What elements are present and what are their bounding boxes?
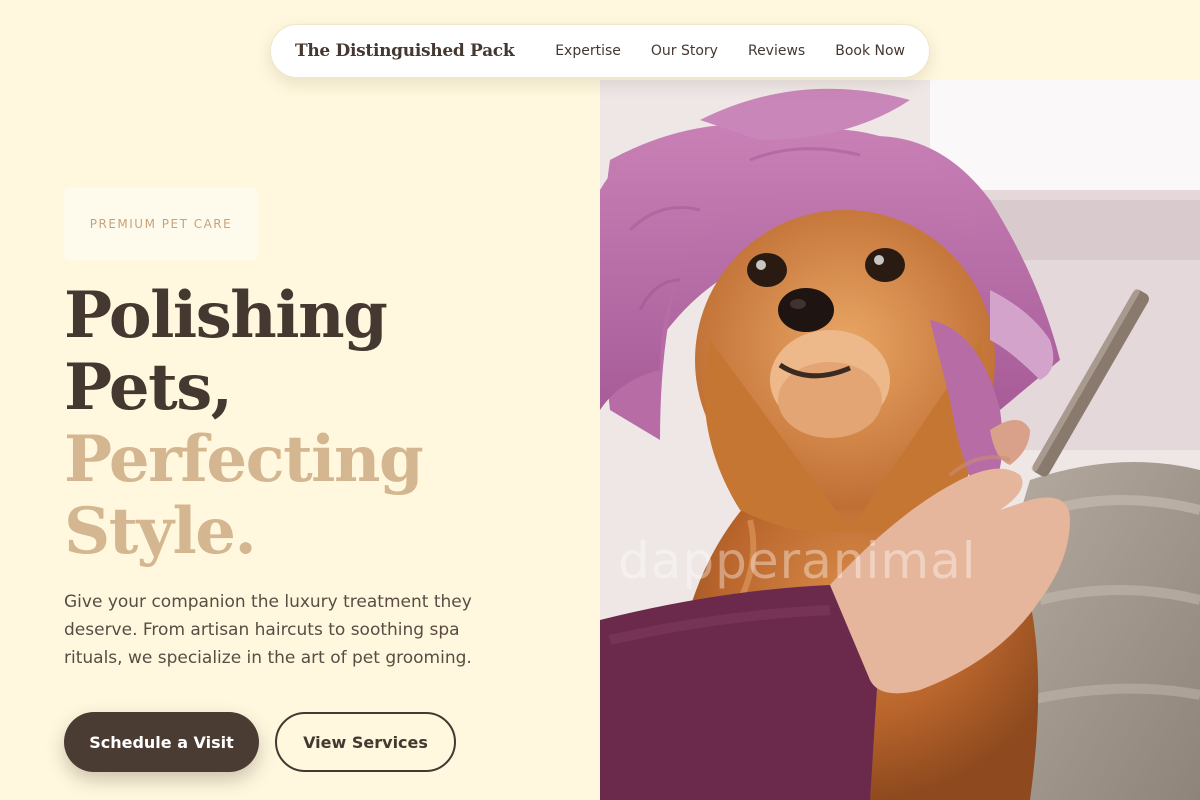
view-services-button[interactable]: View Services bbox=[275, 712, 456, 772]
nav-link-our-story[interactable]: Our Story bbox=[651, 43, 718, 59]
schedule-visit-button[interactable]: Schedule a Visit bbox=[64, 712, 259, 772]
brand-logo[interactable]: The Distinguished Pack bbox=[295, 41, 515, 61]
top-navbar: The Distinguished Pack Expertise Our Sto… bbox=[270, 24, 930, 78]
dog-grooming-illustration bbox=[600, 80, 1200, 800]
hero-description: Give your companion the luxury treatment… bbox=[64, 592, 472, 668]
headline-line-3: Perfecting bbox=[64, 422, 424, 497]
nav-link-reviews[interactable]: Reviews bbox=[748, 43, 805, 59]
headline-line-4: Style. bbox=[64, 494, 257, 569]
nav-link-expertise[interactable]: Expertise bbox=[555, 43, 621, 59]
hero-headline: Polishing Pets, Perfecting Style. bbox=[64, 278, 424, 569]
headline-line-2: Pets, bbox=[64, 350, 233, 425]
nav-links: Expertise Our Story Reviews Book Now bbox=[555, 43, 905, 59]
hero-image: dapperanimal bbox=[600, 80, 1200, 800]
headline-line-1: Polishing bbox=[64, 278, 388, 353]
nav-link-book-now[interactable]: Book Now bbox=[835, 43, 905, 59]
eyebrow-badge: PREMIUM PET CARE bbox=[64, 188, 258, 260]
